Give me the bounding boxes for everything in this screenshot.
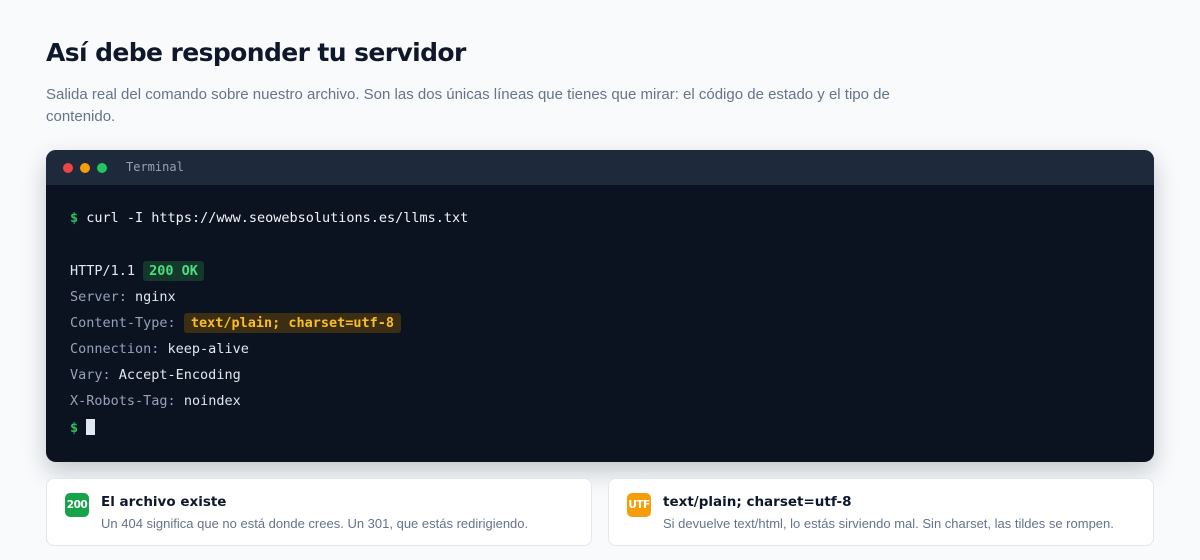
terminal-window: Terminal $ curl -I https://www.seowebsol… <box>46 150 1154 462</box>
header-value: noindex <box>183 393 241 409</box>
prompt-symbol: $ <box>70 420 79 436</box>
card-description: Si devuelve text/html, lo estás sirviend… <box>663 516 1114 531</box>
header-line-x-robots-tag: X-Robots-Tag: noindex <box>70 390 241 412</box>
terminal-titlebar: Terminal <box>46 150 1154 185</box>
input-prompt-line[interactable]: $ <box>70 417 96 439</box>
header-value: keep-alive <box>167 341 249 357</box>
command-line: $ curl -I https://www.seowebsolutions.es… <box>70 207 468 229</box>
header-line-vary: Vary: Accept-Encoding <box>70 364 241 386</box>
command-text: curl -I https://www.seowebsolutions.es/l… <box>86 210 469 226</box>
header-key: Server: <box>70 289 127 305</box>
terminal-output[interactable]: $ curl -I https://www.seowebsolutions.es… <box>70 185 1130 462</box>
header-key: X-Robots-Tag: <box>70 393 176 409</box>
card-title: El archivo existe <box>101 494 227 510</box>
text-cursor <box>86 419 96 435</box>
page-subtitle: Salida real del comando sobre nuestro ar… <box>46 86 890 125</box>
http-protocol: HTTP/1.1 <box>70 263 136 279</box>
header-key: Connection: <box>70 341 160 357</box>
page-title: Así debe responder tu servidor <box>46 38 466 67</box>
header-line-content-type: Content-Type: text/plain; charset=utf-8 <box>70 312 402 334</box>
maximize-dot-icon <box>97 163 107 173</box>
content-type-badge: text/plain; charset=utf-8 <box>183 313 402 333</box>
prompt-symbol: $ <box>70 210 79 226</box>
minimize-dot-icon <box>80 163 90 173</box>
info-card-content-type: UTF text/plain; charset=utf-8 Si devuelv… <box>608 478 1154 546</box>
header-key: Content-Type: <box>70 315 176 331</box>
status-line: HTTP/1.1 200 OK <box>70 260 204 282</box>
header-line-server: Server: nginx <box>70 286 176 308</box>
header-value: Accept-Encoding <box>118 367 241 383</box>
info-card-status: 200 El archivo existe Un 404 significa q… <box>46 478 592 546</box>
terminal-title: Terminal <box>126 160 184 174</box>
utf-encoding-icon: UTF <box>627 493 651 517</box>
status-200-icon: 200 <box>65 493 89 517</box>
header-line-connection: Connection: keep-alive <box>70 338 249 360</box>
card-description: Un 404 significa que no está donde crees… <box>101 516 529 531</box>
close-dot-icon <box>63 163 73 173</box>
status-code-badge: 200 OK <box>143 261 204 281</box>
header-key: Vary: <box>70 367 111 383</box>
card-title: text/plain; charset=utf-8 <box>663 494 852 510</box>
header-value: nginx <box>135 289 176 305</box>
